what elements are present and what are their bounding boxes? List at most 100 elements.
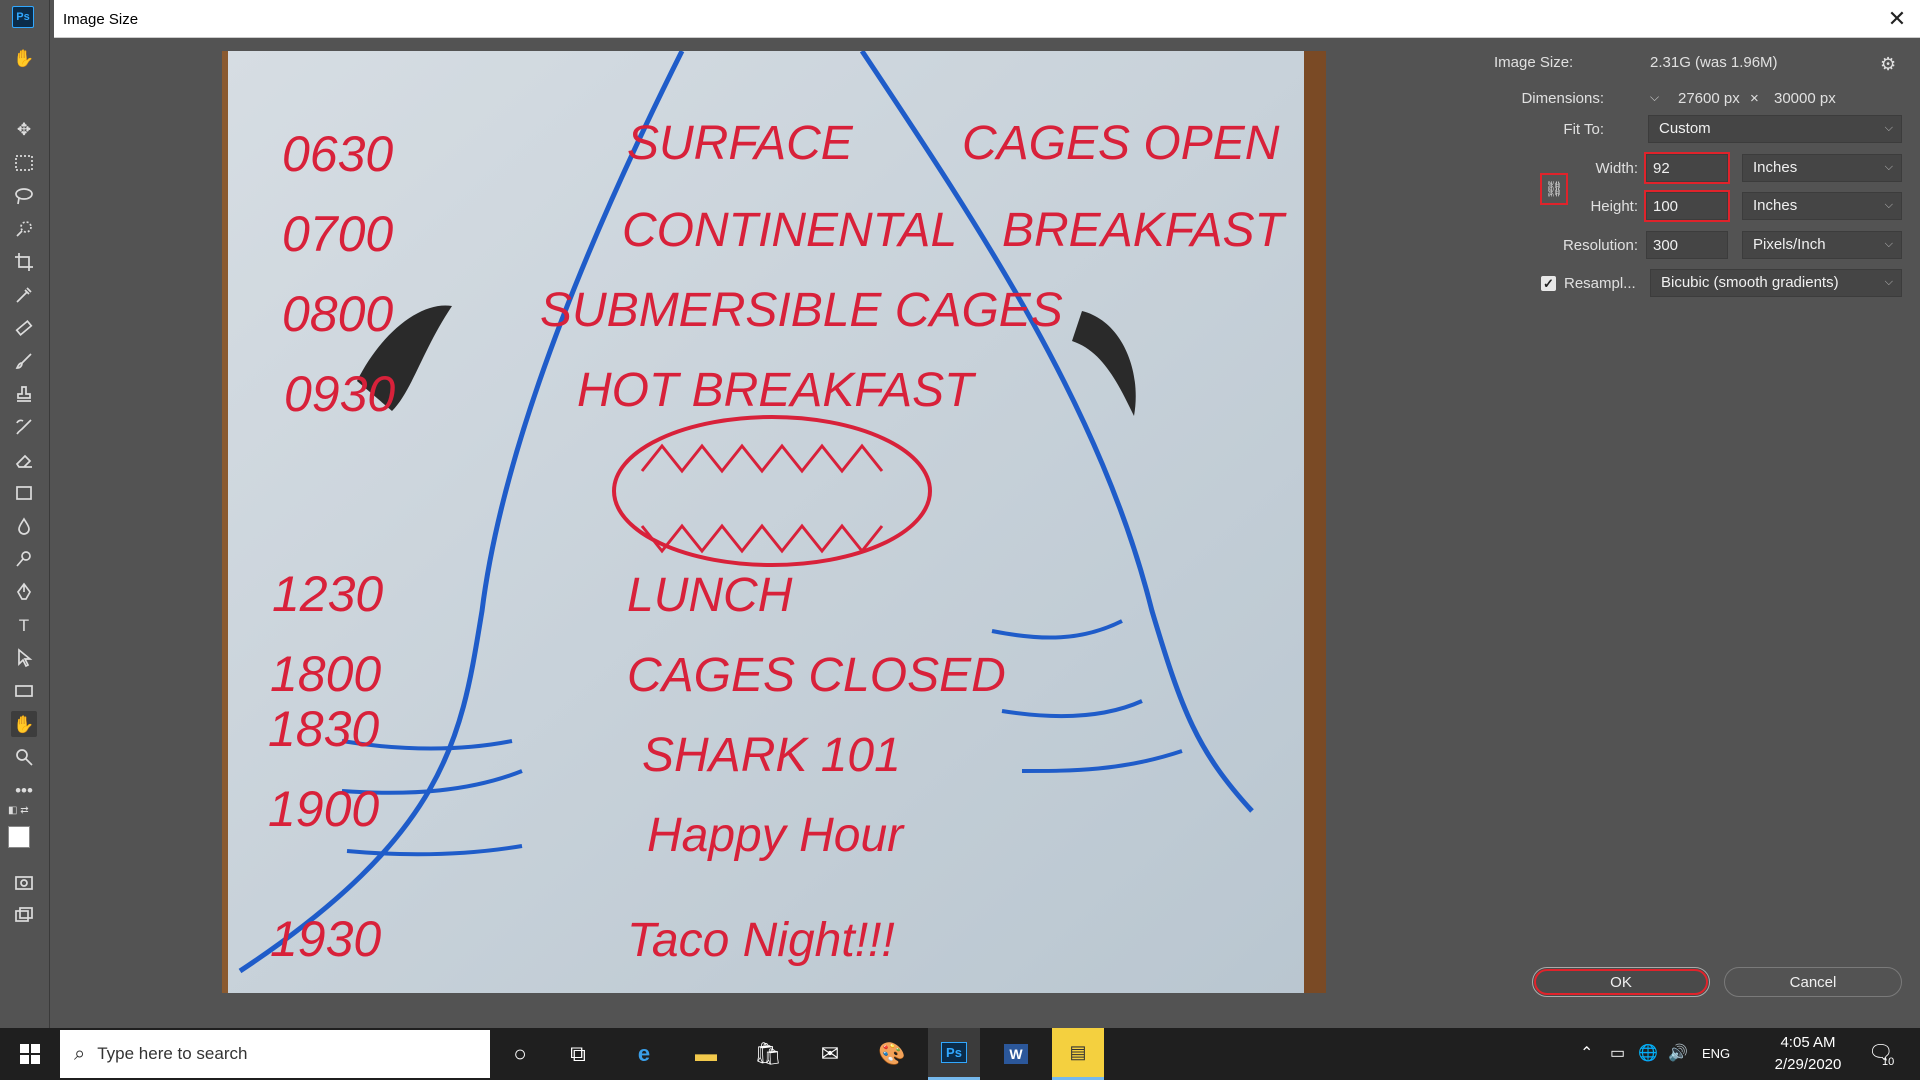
whiteboard-image: 0630 0700 0800 0930 1230 1800 1830 1900 … bbox=[222, 51, 1326, 993]
photoshop-logo: Ps bbox=[12, 6, 34, 28]
mail-icon[interactable]: ✉ bbox=[804, 1028, 856, 1080]
volume-icon[interactable]: 🔊 bbox=[1668, 1043, 1688, 1063]
chevron-down-icon: ⌵ bbox=[1884, 122, 1893, 134]
gradient-tool-icon[interactable] bbox=[11, 480, 37, 506]
network-globe-icon[interactable]: 🌐 bbox=[1638, 1043, 1658, 1063]
resample-method-value: Bicubic (smooth gradients) bbox=[1661, 274, 1839, 291]
photoshop-taskbar-icon[interactable]: Ps bbox=[928, 1028, 980, 1080]
image-size-value: 2.31G (was 1.96M) bbox=[1650, 54, 1778, 71]
battery-icon[interactable]: ▭ bbox=[1610, 1043, 1625, 1063]
dimensions-width: 27600 px bbox=[1678, 90, 1740, 107]
resolution-unit-select[interactable]: Pixels/Inch ⌵ bbox=[1742, 231, 1902, 259]
gear-icon[interactable]: ⚙ bbox=[1880, 54, 1896, 75]
time-1800: 1800 bbox=[270, 646, 381, 702]
input-language[interactable]: ENG bbox=[1702, 1046, 1730, 1061]
zoom-tool-icon[interactable] bbox=[11, 744, 37, 770]
task-view-icon[interactable]: ⧉ bbox=[552, 1028, 604, 1080]
pen-tool-icon[interactable] bbox=[11, 579, 37, 605]
foreground-color-swatch[interactable] bbox=[8, 826, 30, 848]
crop-tool-icon[interactable] bbox=[11, 249, 37, 275]
resample-checkbox[interactable]: ✓ bbox=[1541, 276, 1556, 291]
event-continental: CONTINENTAL bbox=[622, 204, 957, 257]
screen-mode-icon[interactable] bbox=[11, 902, 37, 928]
resolution-label: Resolution: bbox=[1562, 237, 1638, 254]
ok-button[interactable]: OK bbox=[1532, 967, 1710, 997]
windows-start-icon[interactable] bbox=[4, 1028, 56, 1080]
time-0930: 0930 bbox=[284, 366, 395, 422]
width-unit-select[interactable]: Inches ⌵ bbox=[1742, 154, 1902, 182]
event-taco-night: Taco Night!!! bbox=[627, 914, 895, 967]
blur-tool-icon[interactable] bbox=[11, 513, 37, 539]
resolution-unit-value: Pixels/Inch bbox=[1753, 236, 1826, 253]
paint-icon[interactable]: 🎨 bbox=[866, 1028, 918, 1080]
cortana-icon[interactable]: ○ bbox=[494, 1028, 546, 1080]
width-input[interactable] bbox=[1644, 152, 1730, 184]
dialog-title: Image Size bbox=[63, 11, 139, 28]
stamp-tool-icon[interactable] bbox=[11, 381, 37, 407]
search-icon: ⌕ bbox=[74, 1042, 86, 1065]
dimensions-height: 30000 px bbox=[1774, 90, 1836, 107]
tools-panel: Ps ✋ ✥ T ✋ ••• ◧ ⇄ bbox=[0, 0, 50, 1028]
time-1930: 1930 bbox=[270, 911, 381, 967]
history-brush-icon[interactable] bbox=[11, 414, 37, 440]
event-shark-101: SHARK 101 bbox=[642, 729, 901, 782]
windows-taskbar: ⌕ Type here to search ○ ⧉ e ▬ 🛍 ✉ 🎨 Ps W… bbox=[0, 1028, 1920, 1080]
store-icon[interactable]: 🛍 bbox=[742, 1028, 794, 1080]
chevron-up-icon[interactable]: ⌃ bbox=[1580, 1043, 1593, 1063]
ps-badge: Ps bbox=[941, 1042, 967, 1063]
hand-tool-active-icon[interactable]: ✋ bbox=[11, 711, 37, 737]
cancel-button[interactable]: Cancel bbox=[1724, 967, 1902, 997]
brush-tool-icon[interactable] bbox=[11, 348, 37, 374]
time-0630: 0630 bbox=[282, 126, 393, 182]
width-label: Width: bbox=[1595, 160, 1638, 177]
dialog-titlebar: Image Size ✕ bbox=[54, 0, 1920, 38]
dodge-tool-icon[interactable] bbox=[11, 546, 37, 572]
eyedropper-icon[interactable] bbox=[11, 282, 37, 308]
hand-tool-icon[interactable]: ✋ bbox=[11, 45, 37, 71]
eraser-icon[interactable] bbox=[11, 447, 37, 473]
fit-to-select[interactable]: Custom ⌵ bbox=[1648, 115, 1902, 143]
close-button[interactable]: ✕ bbox=[1874, 0, 1920, 38]
event-cages-closed: CAGES CLOSED bbox=[627, 649, 1006, 702]
type-tool-icon[interactable]: T bbox=[11, 612, 37, 638]
image-preview[interactable]: 0630 0700 0800 0930 1230 1800 1830 1900 … bbox=[222, 51, 1326, 993]
quick-selection-icon[interactable] bbox=[11, 216, 37, 242]
chevron-down-icon[interactable]: ⌵ bbox=[1650, 90, 1659, 105]
event-hot-breakfast: HOT BREAKFAST bbox=[577, 364, 977, 417]
event-surface: SURFACE bbox=[627, 117, 854, 170]
chevron-down-icon: ⌵ bbox=[1884, 199, 1893, 211]
width-unit-value: Inches bbox=[1753, 159, 1798, 176]
sticky-app-icon[interactable]: ▤ bbox=[1052, 1028, 1104, 1080]
resample-label: Resampl... bbox=[1564, 275, 1636, 292]
lasso-tool-icon[interactable] bbox=[11, 183, 37, 209]
chevron-down-icon: ⌵ bbox=[1884, 238, 1893, 250]
path-selection-icon[interactable] bbox=[11, 645, 37, 671]
swap-colors-icon[interactable]: ◧ ⇄ bbox=[8, 805, 38, 817]
height-unit-select[interactable]: Inches ⌵ bbox=[1742, 192, 1902, 220]
marquee-tool-icon[interactable] bbox=[11, 150, 37, 176]
rectangle-tool-icon[interactable] bbox=[11, 678, 37, 704]
clock-time[interactable]: 4:05 AM bbox=[1773, 1034, 1843, 1051]
more-tools-icon[interactable]: ••• bbox=[11, 777, 37, 803]
taskbar-search[interactable]: ⌕ Type here to search bbox=[60, 1030, 490, 1078]
chevron-down-icon: ⌵ bbox=[1884, 161, 1893, 173]
healing-brush-icon[interactable] bbox=[11, 315, 37, 341]
image-size-dialog: Image Size ✕ 0630 0700 0800 0930 1230 18… bbox=[54, 0, 1920, 1026]
system-tray: ⌃ ▭ 🌐 🔊 ENG 4:05 AM 2/29/2020 🗨 10 bbox=[1580, 1028, 1920, 1080]
event-cages-open: CAGES OPEN bbox=[962, 117, 1280, 170]
time-1830: 1830 bbox=[268, 701, 379, 757]
resample-method-select[interactable]: Bicubic (smooth gradients) ⌵ bbox=[1650, 269, 1902, 297]
word-icon[interactable]: W bbox=[990, 1028, 1042, 1080]
fit-to-label: Fit To: bbox=[1563, 121, 1604, 138]
clock-date[interactable]: 2/29/2020 bbox=[1773, 1056, 1843, 1073]
move-tool-icon[interactable]: ✥ bbox=[11, 116, 37, 142]
chevron-down-icon: ⌵ bbox=[1884, 276, 1893, 288]
file-explorer-icon[interactable]: ▬ bbox=[680, 1028, 732, 1080]
quick-mask-icon[interactable] bbox=[11, 870, 37, 896]
resolution-input[interactable] bbox=[1646, 231, 1728, 259]
time-0700: 0700 bbox=[282, 206, 393, 262]
event-lunch: LUNCH bbox=[627, 569, 793, 622]
edge-icon[interactable]: e bbox=[618, 1028, 670, 1080]
height-input[interactable] bbox=[1644, 190, 1730, 222]
time-0800: 0800 bbox=[282, 286, 393, 342]
